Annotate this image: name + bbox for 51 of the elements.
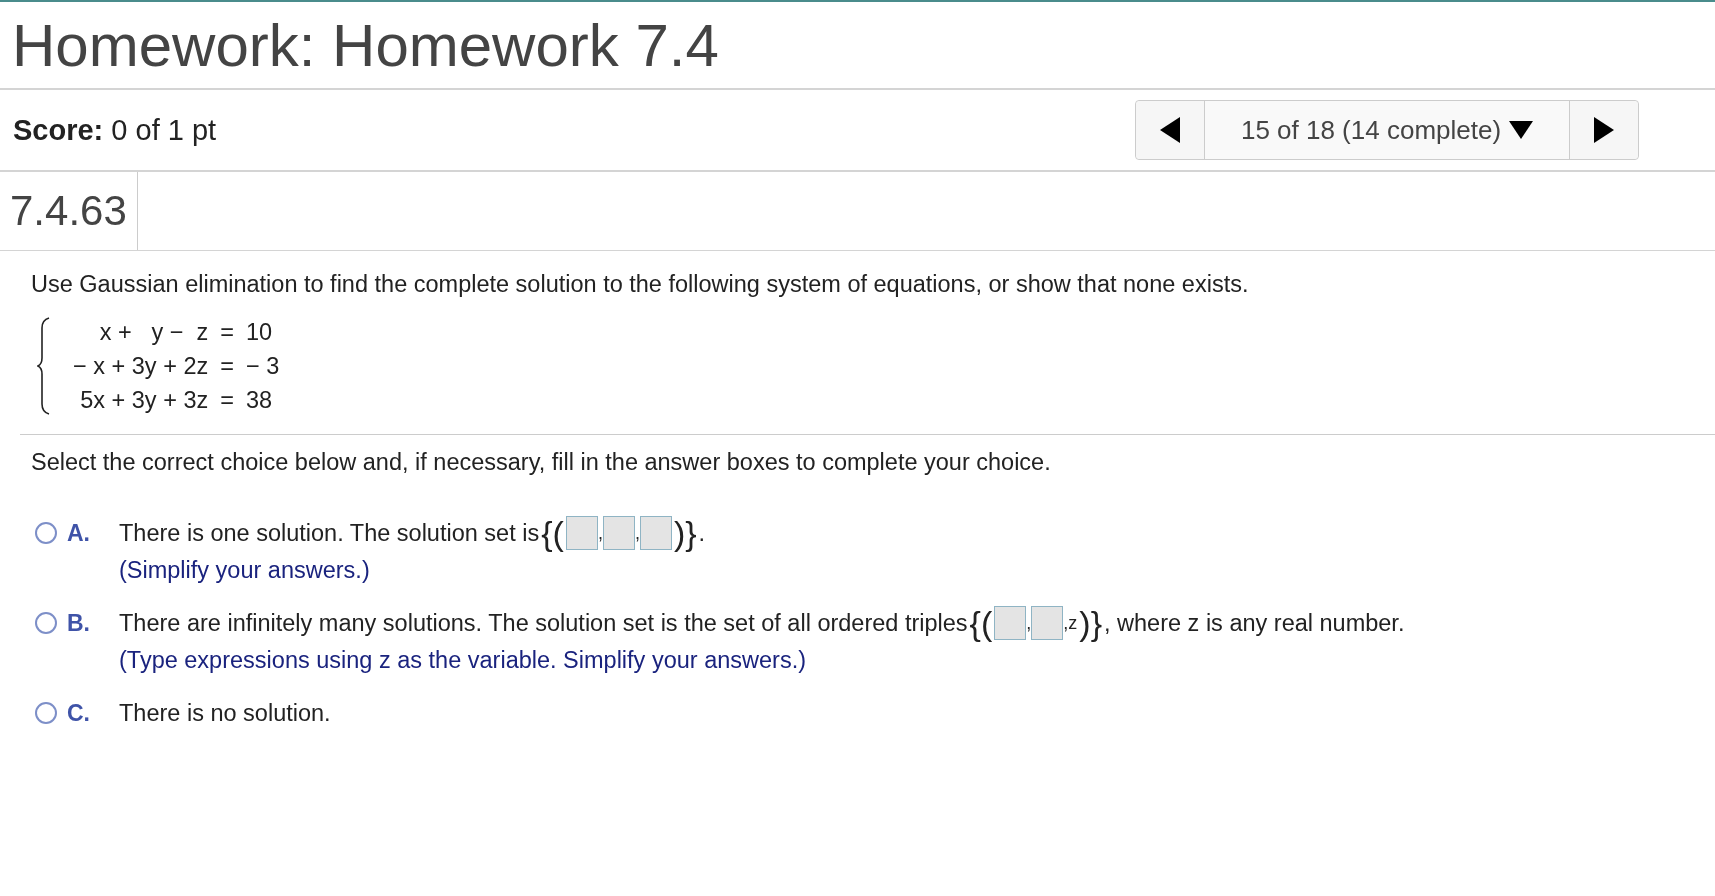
equation-term: z xyxy=(195,318,209,347)
equation-term: y − xyxy=(150,318,184,347)
left-triangle-icon xyxy=(1160,117,1180,143)
equals-sign: = xyxy=(219,318,235,347)
choice-letter: C. xyxy=(67,699,91,728)
separator: , xyxy=(1026,612,1032,635)
question-text: Use Gaussian elimination to find the complete solution to the following system of equations, or show that none exists. xyxy=(31,271,1250,298)
question-dropdown[interactable]: 15 of 18 (14 complete) xyxy=(1204,101,1570,159)
choice-letter: A. xyxy=(67,519,91,548)
equation-constant: 10 xyxy=(245,318,274,347)
set-bracket: {( xyxy=(541,516,564,550)
left-brace-icon xyxy=(37,316,51,416)
radio-button[interactable] xyxy=(35,702,57,724)
choice-letter: B. xyxy=(67,609,91,638)
choice-text: There is no solution. xyxy=(119,699,331,728)
equation-term: 3y + xyxy=(131,386,178,415)
separator: , xyxy=(634,522,640,545)
page-title: Homework: Homework 7.4 xyxy=(12,10,719,80)
hint-text: (Simplify your answers.) xyxy=(119,556,371,585)
set-bracket: {( xyxy=(969,606,993,640)
down-triangle-icon xyxy=(1509,121,1534,139)
equation-term: 2z xyxy=(183,352,209,381)
separator: , xyxy=(597,522,603,545)
answer-box[interactable] xyxy=(639,516,672,550)
instruction-text: Select the correct choice below and, if necessary, fill in the answer boxes to complete your choice. xyxy=(31,449,1052,476)
answer-box[interactable] xyxy=(1031,606,1064,640)
choice-text: , where z is any real number. xyxy=(1104,609,1405,638)
equation-constant: − 3 xyxy=(245,352,280,381)
answer-box[interactable] xyxy=(602,516,635,550)
equals-sign: = xyxy=(219,352,235,381)
hint-text: (Type expressions using z as the variable. Simplify your answers.) xyxy=(119,646,807,675)
radio-button[interactable] xyxy=(35,612,57,634)
equation-term: 3y + xyxy=(131,352,178,381)
set-bracket: )} xyxy=(673,516,697,550)
problem-number: 7.4.63 xyxy=(0,172,138,250)
choice-text: . xyxy=(698,519,706,548)
right-triangle-icon xyxy=(1594,117,1614,143)
equation-constant: 38 xyxy=(245,386,274,415)
equation-term: 5x + xyxy=(79,386,127,415)
equation-term: x + xyxy=(98,318,132,347)
separator: ,z xyxy=(1063,612,1078,635)
answer-box[interactable] xyxy=(994,606,1027,640)
equation-term: − x + xyxy=(73,352,127,381)
set-bracket: )} xyxy=(1079,606,1102,640)
score-text: Score: 0 of 1 pt xyxy=(13,113,217,147)
radio-button[interactable] xyxy=(35,522,57,544)
answer-box[interactable] xyxy=(565,516,598,550)
equation-term: 3z xyxy=(183,386,209,415)
choice-text: There is one solution. The solution set is xyxy=(119,519,540,548)
choice-text: There are infinitely many solutions. The solution set is the set of all ordered triples xyxy=(119,609,968,638)
equals-sign: = xyxy=(219,386,235,415)
